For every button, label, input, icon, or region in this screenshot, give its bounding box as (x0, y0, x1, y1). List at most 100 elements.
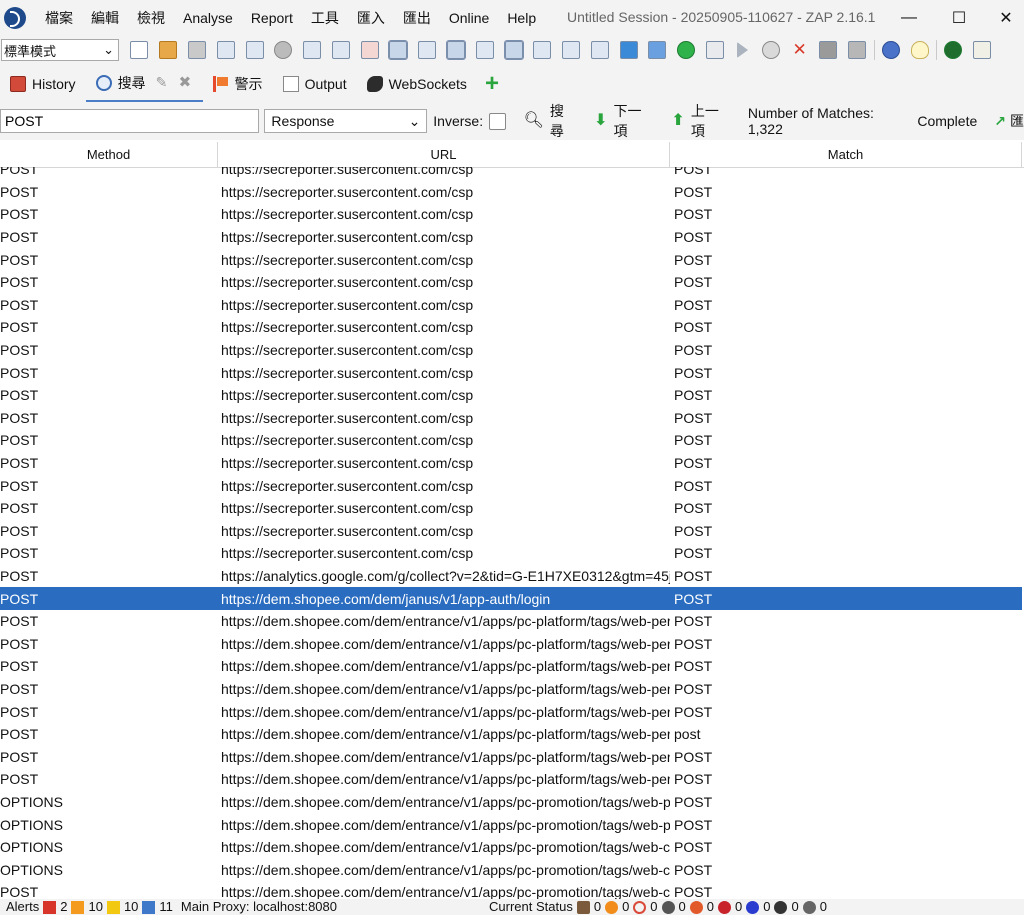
panel-layout-1-icon[interactable] (418, 41, 437, 59)
close-tab-icon[interactable]: ✖ (179, 75, 193, 90)
table-row[interactable]: POST https://dem.shopee.com/dem/entrance/… (0, 768, 1022, 791)
url-cell: https://secreporter.susercontent.com/csp (221, 342, 474, 359)
menu-online[interactable]: Online (440, 10, 498, 26)
hud-icon[interactable] (648, 41, 667, 59)
continue-icon[interactable] (737, 42, 749, 58)
options-gear-icon[interactable] (274, 41, 293, 59)
panel-layout-7-icon[interactable] (590, 41, 609, 59)
search-input[interactable] (0, 109, 260, 133)
search-type-select[interactable]: Response ⌄ (264, 109, 428, 133)
mode-select[interactable]: 標準模式 ⌄ (1, 39, 119, 61)
notes-icon[interactable] (973, 41, 992, 59)
column-header-url[interactable]: URL (218, 142, 670, 167)
tab-alerts[interactable]: 警示 (203, 65, 273, 102)
help-icon[interactable] (881, 41, 900, 59)
tips-lightbulb-icon[interactable] (910, 41, 929, 59)
url-cell: https://secreporter.susercontent.com/csp (221, 167, 474, 178)
menu-report[interactable]: Report (242, 10, 302, 26)
tab-output[interactable]: Output (273, 65, 357, 102)
table-row[interactable]: POST https://secreporter.susercontent.com… (0, 407, 1022, 430)
alerts-summary: Alerts 2 10 10 11 (6, 899, 173, 915)
tab-websockets[interactable]: WebSockets (357, 65, 477, 102)
export-button[interactable]: ↗ 匯 (994, 111, 1024, 131)
column-header-method[interactable]: Method (0, 142, 218, 167)
table-row[interactable]: POST https://secreporter.susercontent.com… (0, 248, 1022, 271)
table-row[interactable]: POST https://dem.shopee.com/dem/entrance/… (0, 632, 1022, 655)
table-row[interactable]: POST https://analytics.google.com/g/colle… (0, 565, 1022, 588)
table-row[interactable]: POST https://secreporter.susercontent.com… (0, 294, 1022, 317)
zap-status-icon[interactable] (944, 41, 963, 59)
table-row[interactable]: POST https://secreporter.susercontent.com… (0, 181, 1022, 204)
table-row[interactable]: POST https://dem.shopee.com/dem/entrance/… (0, 723, 1022, 746)
url-cell: https://dem.shopee.com/dem/janus/v1/app-… (221, 590, 551, 607)
table-row[interactable]: POST https://secreporter.susercontent.com… (0, 339, 1022, 362)
minimize-button[interactable]: — (886, 0, 932, 35)
menu-import[interactable]: 匯入 (348, 8, 394, 28)
layout-icon[interactable] (303, 41, 322, 59)
open-session-icon[interactable] (159, 41, 178, 59)
add-tab-plus-icon[interactable]: + (485, 71, 499, 95)
table-row[interactable]: OPTIONS https://dem.shopee.com/dem/entran… (0, 836, 1022, 859)
menu-edit[interactable]: 編輯 (82, 8, 128, 28)
maximize-button[interactable]: ☐ (936, 0, 982, 35)
table-row[interactable]: POST https://secreporter.susercontent.com… (0, 167, 1022, 181)
panel-layout-2-icon[interactable] (445, 40, 466, 60)
table-row[interactable]: POST https://secreporter.susercontent.com… (0, 316, 1022, 339)
panel-layout-4-icon[interactable] (503, 40, 524, 60)
table-row[interactable]: POST https://dem.shopee.com/dem/entrance/… (0, 881, 1022, 899)
table-row[interactable]: POST https://secreporter.susercontent.com… (0, 203, 1022, 226)
drop-icon[interactable] (761, 41, 780, 59)
previous-button[interactable]: ⬆ 上一項 (671, 101, 730, 141)
search-button-label: 搜尋 (549, 103, 564, 139)
save-session-icon[interactable] (187, 41, 206, 59)
table-row[interactable]: OPTIONS https://dem.shopee.com/dem/entran… (0, 813, 1022, 836)
table-row[interactable]: OPTIONS https://dem.shopee.com/dem/entran… (0, 858, 1022, 881)
table-row[interactable]: POST https://secreporter.susercontent.com… (0, 226, 1022, 249)
table-row[interactable]: POST https://secreporter.susercontent.com… (0, 361, 1022, 384)
request-icon[interactable] (331, 41, 350, 59)
snapshot-icon[interactable] (216, 41, 235, 59)
break-all-icon[interactable] (677, 41, 696, 59)
panel-layout-5-icon[interactable] (533, 41, 552, 59)
table-row[interactable]: OPTIONS https://dem.shopee.com/dem/entran… (0, 791, 1022, 814)
menu-export[interactable]: 匯出 (394, 8, 440, 28)
table-row[interactable]: POST https://secreporter.susercontent.com… (0, 474, 1022, 497)
tab-search[interactable]: 搜尋 ✎ ✖ (85, 65, 203, 102)
table-row[interactable]: POST https://dem.shopee.com/dem/entrance/… (0, 610, 1022, 633)
panel-layout-6-icon[interactable] (562, 41, 581, 59)
scan-policy-icon[interactable] (848, 41, 867, 59)
panel-layout-3-icon[interactable] (475, 41, 494, 59)
table-row[interactable]: POST https://dem.shopee.com/dem/entrance/… (0, 655, 1022, 678)
show-tabs-icon[interactable] (388, 40, 409, 60)
search-button[interactable]: 🔍︎ 搜尋 (524, 101, 577, 141)
column-header-match[interactable]: Match (670, 142, 1022, 167)
table-row[interactable]: POST https://dem.shopee.com/dem/entrance/… (0, 678, 1022, 701)
menu-analyse[interactable]: Analyse (174, 10, 242, 26)
table-row[interactable]: POST https://secreporter.susercontent.com… (0, 497, 1022, 520)
table-row[interactable]: POST https://dem.shopee.com/dem/entrance/… (0, 700, 1022, 723)
delete-session-icon[interactable] (360, 41, 379, 59)
table-row[interactable]: POST https://secreporter.susercontent.com… (0, 452, 1022, 475)
menu-tools[interactable]: 工具 (302, 8, 348, 28)
new-session-icon[interactable] (130, 41, 149, 59)
table-row[interactable]: POST https://dem.shopee.com/dem/janus/v1/… (0, 587, 1022, 610)
table-row[interactable]: POST https://secreporter.susercontent.com… (0, 271, 1022, 294)
step-icon[interactable] (706, 41, 725, 59)
pin-icon[interactable]: ✎ (156, 75, 171, 90)
menu-view[interactable]: 檢視 (128, 8, 174, 28)
next-button[interactable]: ⬇ 下一項 (594, 101, 653, 141)
close-window-button[interactable]: ✕ (983, 0, 1024, 35)
inverse-checkbox[interactable] (489, 112, 506, 130)
table-row[interactable]: POST https://secreporter.susercontent.com… (0, 429, 1022, 452)
menu-help[interactable]: Help (498, 10, 545, 26)
menu-file[interactable]: 檔案 (36, 8, 82, 28)
session-properties-icon[interactable] (245, 41, 264, 59)
tab-history[interactable]: History (0, 65, 86, 102)
table-row[interactable]: POST https://dem.shopee.com/dem/entrance/… (0, 745, 1022, 768)
fuzz-icon[interactable] (819, 41, 838, 59)
scope-icon[interactable] (619, 41, 638, 59)
break-point-cross-icon[interactable]: ✕ (791, 41, 809, 59)
table-row[interactable]: POST https://secreporter.susercontent.com… (0, 384, 1022, 407)
table-row[interactable]: POST https://secreporter.susercontent.com… (0, 542, 1022, 565)
table-row[interactable]: POST https://secreporter.susercontent.com… (0, 520, 1022, 543)
